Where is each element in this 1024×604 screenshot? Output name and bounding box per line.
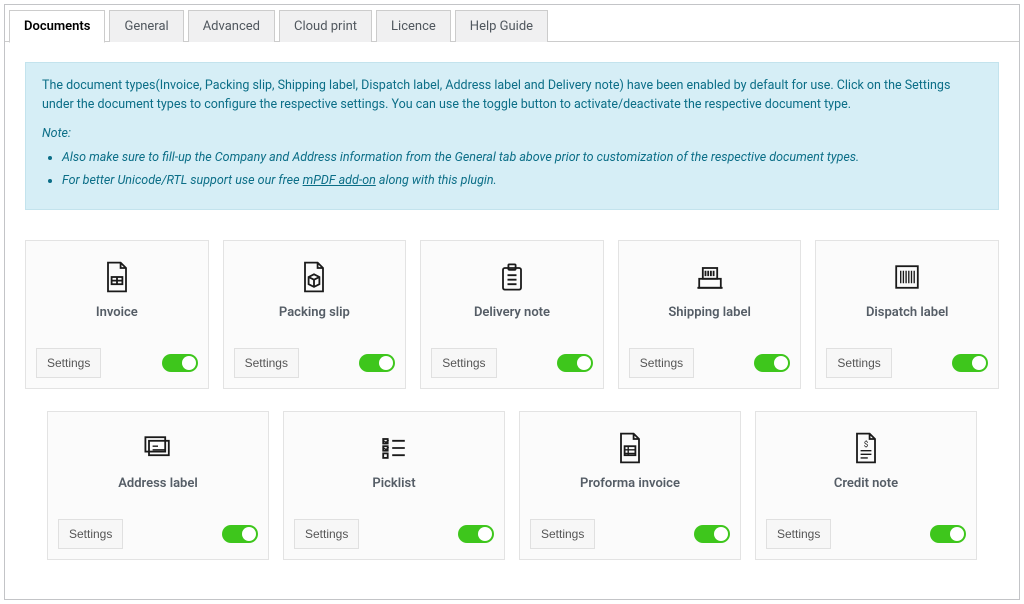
toggle-invoice[interactable] xyxy=(162,354,198,372)
card-address-label: Address label Settings xyxy=(47,411,269,560)
toggle-shipping-label[interactable] xyxy=(754,354,790,372)
card-shipping-label: Shipping label Settings xyxy=(618,240,802,389)
settings-credit-note[interactable]: Settings xyxy=(766,519,831,549)
cards-row-1: Invoice Settings Packing slip Settings xyxy=(25,240,999,389)
invoice-icon xyxy=(99,259,135,295)
toggle-delivery-note[interactable] xyxy=(557,354,593,372)
delivery-note-icon xyxy=(494,259,530,295)
proforma-invoice-icon xyxy=(612,430,648,466)
card-invoice: Invoice Settings xyxy=(25,240,209,389)
info-bullet-2: For better Unicode/RTL support use our f… xyxy=(62,172,982,191)
info-bullet-1: Also make sure to fill-up the Company an… xyxy=(62,149,982,168)
toggle-picklist[interactable] xyxy=(458,525,494,543)
credit-note-icon: $ xyxy=(848,430,884,466)
packing-slip-icon xyxy=(296,259,332,295)
tab-help-guide[interactable]: Help Guide xyxy=(455,10,548,42)
card-dispatch-label-title: Dispatch label xyxy=(866,305,949,320)
card-delivery-note-title: Delivery note xyxy=(474,305,550,320)
cards-row-2: Address label Settings Picklist Settings xyxy=(25,411,999,560)
card-shipping-label-title: Shipping label xyxy=(668,305,751,320)
toggle-address-label[interactable] xyxy=(222,525,258,543)
settings-shipping-label[interactable]: Settings xyxy=(629,348,694,378)
tab-documents[interactable]: Documents xyxy=(9,10,105,43)
info-box: The document types(Invoice, Packing slip… xyxy=(25,62,999,210)
shipping-label-icon xyxy=(692,259,728,295)
card-invoice-title: Invoice xyxy=(96,305,138,320)
tab-bar: Documents General Advanced Cloud print L… xyxy=(5,5,1019,42)
toggle-proforma-invoice[interactable] xyxy=(694,525,730,543)
mpdf-addon-link[interactable]: mPDF add-on xyxy=(303,173,376,188)
settings-picklist[interactable]: Settings xyxy=(294,519,359,549)
info-main-text: The document types(Invoice, Packing slip… xyxy=(42,77,982,115)
info-list: Also make sure to fill-up the Company an… xyxy=(42,149,982,191)
tab-advanced[interactable]: Advanced xyxy=(188,10,275,42)
toggle-dispatch-label[interactable] xyxy=(952,354,988,372)
card-delivery-note: Delivery note Settings xyxy=(420,240,604,389)
card-credit-note-title: Credit note xyxy=(834,476,898,491)
settings-dispatch-label[interactable]: Settings xyxy=(826,348,891,378)
info-note-label: Note: xyxy=(42,125,982,144)
card-packing-slip: Packing slip Settings xyxy=(223,240,407,389)
dispatch-label-icon xyxy=(889,259,925,295)
tab-licence[interactable]: Licence xyxy=(376,10,451,42)
card-dispatch-label: Dispatch label Settings xyxy=(815,240,999,389)
card-proforma-invoice: Proforma invoice Settings xyxy=(519,411,741,560)
tab-cloud-print[interactable]: Cloud print xyxy=(279,10,372,42)
settings-address-label[interactable]: Settings xyxy=(58,519,123,549)
card-address-label-title: Address label xyxy=(118,476,198,491)
card-picklist: Picklist Settings xyxy=(283,411,505,560)
card-picklist-title: Picklist xyxy=(372,476,415,491)
tab-general[interactable]: General xyxy=(109,10,183,42)
settings-packing-slip[interactable]: Settings xyxy=(234,348,299,378)
toggle-credit-note[interactable] xyxy=(930,525,966,543)
app-container: Documents General Advanced Cloud print L… xyxy=(4,4,1020,600)
svg-text:$: $ xyxy=(864,439,869,449)
settings-invoice[interactable]: Settings xyxy=(36,348,101,378)
content-area: The document types(Invoice, Packing slip… xyxy=(5,42,1019,580)
address-label-icon xyxy=(140,430,176,466)
toggle-packing-slip[interactable] xyxy=(359,354,395,372)
settings-delivery-note[interactable]: Settings xyxy=(431,348,496,378)
card-proforma-invoice-title: Proforma invoice xyxy=(580,476,680,491)
settings-proforma-invoice[interactable]: Settings xyxy=(530,519,595,549)
card-credit-note: $ Credit note Settings xyxy=(755,411,977,560)
card-packing-slip-title: Packing slip xyxy=(279,305,350,320)
picklist-icon xyxy=(376,430,412,466)
